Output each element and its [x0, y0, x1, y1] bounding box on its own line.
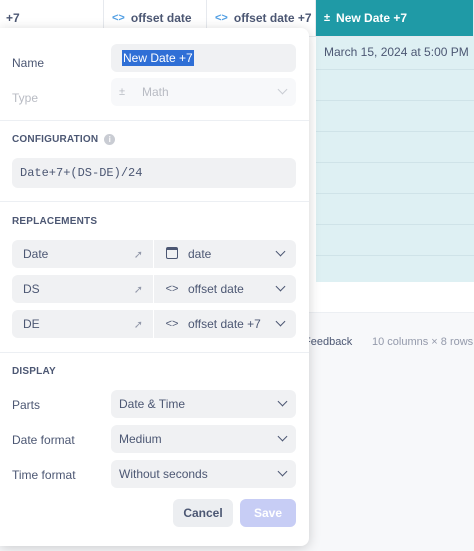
- column-header-new-date-plus7[interactable]: ± New Date +7: [316, 0, 474, 37]
- custom-column-popover: Name New Date +7 Type ± Math CONFIGURATI…: [0, 28, 309, 546]
- date-format-label: Date format: [12, 433, 75, 447]
- replacement-target-select[interactable]: <> offset date: [154, 275, 296, 303]
- time-format-select[interactable]: Without seconds: [111, 460, 296, 488]
- chevron-down-icon: [277, 396, 288, 407]
- formula-input[interactable]: Date+7+(DS-DE)/24: [12, 158, 296, 188]
- math-icon: ±: [324, 12, 331, 24]
- feedback-link[interactable]: Feedback: [304, 336, 352, 348]
- replacements-header: REPLACEMENTS: [12, 216, 98, 227]
- row-count: 10 columns × 8 rows: [372, 336, 474, 348]
- arrow-icon: ➚: [133, 284, 143, 296]
- table-cell[interactable]: March 15, 2024 at 5:00 PM: [324, 45, 469, 59]
- column-header-label: offset date: [130, 11, 192, 25]
- type-label: Type: [12, 91, 39, 105]
- parts-label: Parts: [12, 398, 41, 412]
- math-icon: ±: [119, 86, 126, 98]
- replacement-variable: DS ➚: [12, 275, 153, 303]
- cancel-button[interactable]: Cancel: [173, 499, 233, 527]
- name-label: Name: [12, 56, 45, 70]
- replacement-target-select[interactable]: date: [154, 240, 296, 268]
- replacement-target-select[interactable]: <> offset date +7: [154, 310, 296, 338]
- replacement-variable: Date ➚: [12, 240, 153, 268]
- replacement-row: DS ➚ <> offset date: [12, 275, 296, 303]
- arrow-icon: ➚: [133, 249, 143, 261]
- code-icon: <>: [165, 318, 179, 330]
- arrow-icon: ➚: [133, 319, 143, 331]
- column-header-label: +7: [6, 11, 20, 25]
- replacement-row: DE ➚ <> offset date +7: [12, 310, 296, 338]
- chevron-down-icon: [275, 246, 286, 257]
- code-icon: <>: [165, 283, 179, 295]
- type-value: Math: [142, 85, 169, 99]
- configuration-header: CONFIGURATION i: [12, 134, 116, 145]
- time-format-label: Time format: [12, 468, 76, 482]
- column-header-label: offset date +7: [233, 11, 312, 25]
- code-icon: <>: [215, 12, 228, 24]
- chevron-down-icon: [275, 281, 286, 292]
- chevron-down-icon: [275, 316, 286, 327]
- replacement-variable: DE ➚: [12, 310, 153, 338]
- chevron-down-icon: [277, 466, 288, 477]
- type-select: ± Math: [111, 78, 296, 106]
- name-input[interactable]: New Date +7: [111, 44, 296, 72]
- code-icon: <>: [112, 12, 125, 24]
- date-format-select[interactable]: Medium: [111, 425, 296, 453]
- column-header-label: New Date +7: [336, 11, 408, 25]
- chevron-down-icon: [277, 431, 288, 442]
- info-icon[interactable]: i: [104, 134, 116, 145]
- calendar-icon: [165, 246, 179, 262]
- parts-select[interactable]: Date & Time: [111, 390, 296, 418]
- replacement-row: Date ➚ date: [12, 240, 296, 268]
- save-button[interactable]: Save: [240, 499, 296, 527]
- active-column-cells: [316, 37, 474, 282]
- name-value: New Date +7: [122, 50, 194, 66]
- chevron-down-icon: [277, 84, 288, 95]
- display-header: DISPLAY: [12, 366, 56, 377]
